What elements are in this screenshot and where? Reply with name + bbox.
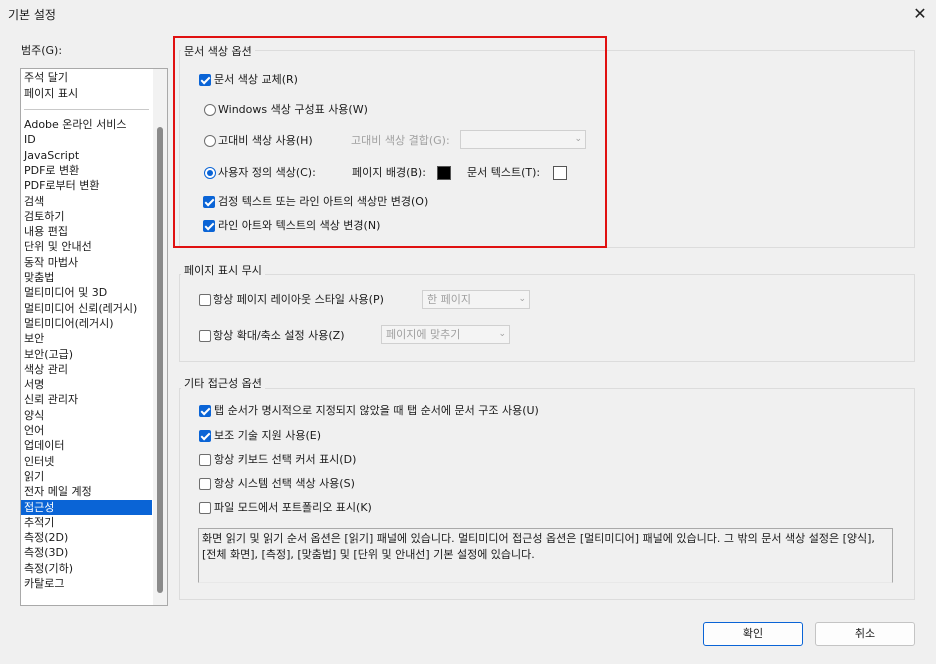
list-scrollbar-thumb[interactable] [157,127,163,593]
windows-scheme-radio[interactable] [204,104,216,116]
custom-color-radio[interactable] [204,167,216,179]
category-item[interactable]: 서명 [21,377,152,392]
zoom-checkbox[interactable] [199,330,211,342]
high-contrast-combo-label: 고대비 색상 결합(G): [351,134,450,147]
chevron-down-icon: ⌄ [518,294,526,304]
page-display-group [179,274,915,362]
category-item[interactable]: 측정(2D) [21,530,152,545]
page-layout-checkbox[interactable] [199,294,211,306]
page-layout-select[interactable]: 한 페이지 ⌄ [422,290,530,309]
page-display-title: 페이지 표시 무시 [181,262,265,278]
doc-text-label: 문서 텍스트(T): [467,166,541,179]
high-contrast-select[interactable]: ⌄ [460,130,586,149]
category-item[interactable]: Adobe 온라인 서비스 [21,117,152,132]
system-color-checkbox[interactable] [199,478,211,490]
category-item[interactable]: 카탈로그 [21,576,152,591]
tab-order-label: 탭 순서가 명시적으로 지정되지 않았을 때 탭 순서에 문서 구조 사용(U) [214,404,539,417]
close-icon[interactable]: ✕ [908,3,932,25]
doc-text-color-swatch[interactable] [553,166,567,180]
keyboard-cursor-checkbox[interactable] [199,454,211,466]
category-item[interactable]: 양식 [21,408,152,423]
black-text-only-checkbox[interactable] [203,196,215,208]
category-item[interactable]: PDF로부터 변환 [21,178,152,193]
zoom-select-value: 페이지에 맞추기 [386,328,461,341]
category-item[interactable]: 페이지 표시 [21,86,152,101]
assistive-tech-checkbox[interactable] [199,430,211,442]
category-item[interactable]: 신뢰 관리자 [21,392,152,407]
category-item[interactable]: 내용 편집 [21,224,152,239]
category-item[interactable]: ID [21,132,152,147]
category-item[interactable]: 측정(기하) [21,561,152,576]
line-art-checkbox[interactable] [203,220,215,232]
title-bar [0,0,936,30]
category-item[interactable]: 멀티미디어 신뢰(레거시) [21,301,152,316]
tab-order-checkbox[interactable] [199,405,211,417]
ok-button[interactable]: 확인 [703,622,803,646]
category-item[interactable]: 접근성 [21,499,152,515]
line-art-label: 라인 아트와 텍스트의 색상 변경(N) [218,219,381,232]
category-item[interactable]: 검토하기 [21,209,152,224]
category-item[interactable]: 맞춤법 [21,270,152,285]
category-item[interactable]: JavaScript [21,148,152,163]
page-layout-label: 항상 페이지 레이아웃 스타일 사용(P) [213,293,384,306]
categories-label: 범주(G): [21,44,63,57]
category-item[interactable]: 동작 마법사 [21,255,152,270]
category-item[interactable]: 주석 달기 [21,70,152,85]
windows-scheme-label: Windows 색상 구성표 사용(W) [218,103,368,116]
black-text-only-label: 검정 텍스트 또는 라인 아트의 색상만 변경(O) [218,195,429,208]
replace-colors-checkbox[interactable] [199,74,211,86]
high-contrast-label: 고대비 색상 사용(H) [218,134,313,147]
category-item[interactable]: PDF로 변환 [21,163,152,178]
cancel-button[interactable]: 취소 [815,622,915,646]
category-item[interactable]: 보안(고급) [21,347,152,362]
portfolio-label: 파일 모드에서 포트폴리오 표시(K) [214,501,372,514]
chevron-down-icon: ⌄ [498,329,506,339]
custom-color-label: 사용자 정의 색상(C): [218,166,316,179]
window-title: 기본 설정 [8,8,56,22]
category-list[interactable]: 주석 달기 페이지 표시 Adobe 온라인 서비스 ID JavaScript PDF로… [20,68,168,606]
category-item[interactable]: 멀티미디어(레거시) [21,316,152,331]
category-item[interactable]: 검색 [21,194,152,209]
high-contrast-radio[interactable] [204,135,216,147]
category-item[interactable]: 보안 [21,331,152,346]
system-color-label: 항상 시스템 선택 색상 사용(S) [214,477,355,490]
list-separator [24,109,149,110]
replace-colors-label: 문서 색상 교체(R) [214,73,298,86]
category-item[interactable]: 전자 메일 계정 [21,484,152,499]
zoom-select[interactable]: 페이지에 맞추기 ⌄ [381,325,510,344]
page-bg-color-swatch[interactable] [437,166,451,180]
zoom-label: 항상 확대/축소 설정 사용(Z) [213,329,345,342]
portfolio-checkbox[interactable] [199,502,211,514]
category-item[interactable]: 인터넷 [21,454,152,469]
page-bg-label: 페이지 배경(B): [352,166,426,179]
page-layout-select-value: 한 페이지 [427,293,471,306]
category-item[interactable]: 추적기 [21,515,152,530]
category-item[interactable]: 업데이터 [21,438,152,453]
category-item[interactable]: 멀티미디어 및 3D [21,285,152,300]
category-item[interactable]: 단위 및 안내선 [21,239,152,254]
other-options-title: 기타 접근성 옵션 [181,375,265,391]
doc-color-title: 문서 색상 옵션 [181,43,255,59]
keyboard-cursor-label: 항상 키보드 선택 커서 표시(D) [214,453,357,466]
description-text: 화면 읽기 및 읽기 순서 옵션은 [읽기] 패널에 있습니다. 멀티미디어 접… [198,528,893,583]
chevron-down-icon: ⌄ [574,134,582,144]
category-item[interactable]: 측정(3D) [21,545,152,560]
assistive-tech-label: 보조 기술 지원 사용(E) [214,429,321,442]
category-item[interactable]: 언어 [21,423,152,438]
category-item[interactable]: 읽기 [21,469,152,484]
category-item[interactable]: 색상 관리 [21,362,152,377]
